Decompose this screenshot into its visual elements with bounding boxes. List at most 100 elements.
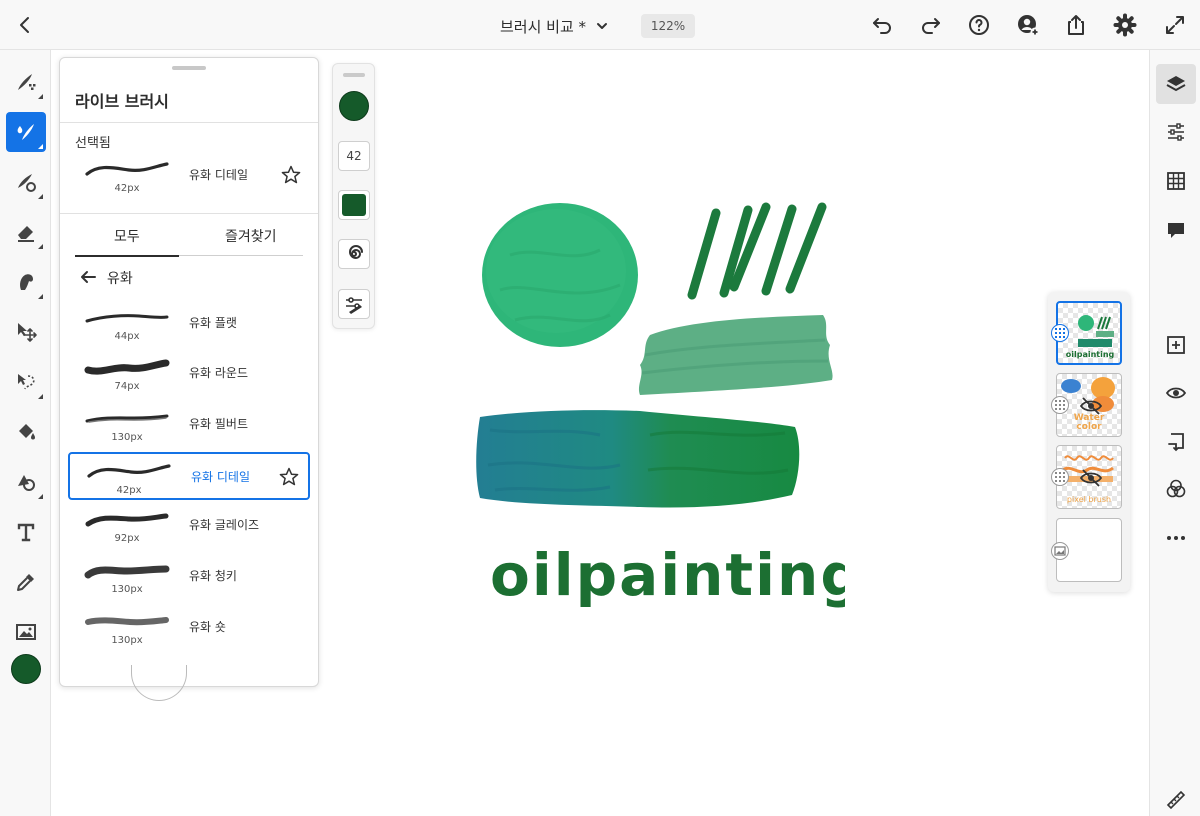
lasso-selection-tool[interactable] (6, 362, 46, 402)
eyedropper-tool[interactable] (6, 562, 46, 602)
layer-properties-sliders-icon[interactable] (1156, 112, 1196, 152)
brush-name-label: 유화 필버트 (189, 417, 249, 431)
image-layer-badge-icon (1051, 542, 1069, 560)
layer-thumb-text: oilpainting (1065, 350, 1115, 359)
brush-name-label: 유화 라운드 (189, 366, 249, 380)
hidden-eye-icon (1079, 397, 1103, 415)
live-brush-panel: 라이브 브러시 선택됨 42px 유화 디테일 모두 즐겨찾기 유화 44px … (59, 57, 319, 687)
tab-all[interactable]: 모두 (114, 226, 140, 246)
tab-favorites[interactable]: 즐겨찾기 (225, 226, 277, 246)
pixel-layer-badge-icon (1051, 468, 1069, 486)
brush-stroke-preview (87, 464, 171, 478)
image-import-tool[interactable] (6, 612, 46, 652)
canvas-artwork[interactable]: oilpainting (470, 195, 845, 620)
back-arrow-icon[interactable] (78, 267, 98, 287)
hidden-eye-icon (1079, 469, 1103, 487)
favorite-star-icon[interactable] (278, 466, 300, 488)
brush-cursor-outline (131, 665, 187, 701)
brush-stroke-preview (84, 565, 170, 579)
brush-size-label: 130px (111, 432, 143, 443)
selected-brush-row[interactable]: 42px 유화 디테일 (68, 152, 310, 200)
share-icon[interactable] (1064, 13, 1088, 37)
live-brush-tool[interactable] (6, 112, 46, 152)
brush-stroke-preview (85, 314, 169, 323)
category-label: 유화 (107, 271, 133, 287)
ruler-icon[interactable] (1156, 780, 1196, 816)
grid-icon[interactable] (1156, 161, 1196, 201)
diagonal-hatch-strokes (687, 202, 827, 300)
document-title-menu[interactable]: 브러시 비교 * (500, 12, 610, 40)
brush-stroke-preview (85, 513, 169, 527)
panel-title: 라이브 브러시 (75, 92, 169, 111)
blend-mode-icon[interactable] (1156, 469, 1196, 509)
brush-settings-sliders-icon[interactable] (338, 289, 370, 319)
brush-name-label: 유화 청키 (189, 569, 237, 583)
current-color-swatch[interactable] (11, 654, 41, 684)
brush-stroke-preview (85, 162, 169, 176)
brush-row-chunky[interactable]: 130px 유화 청키 (68, 553, 310, 601)
brush-size-label: 42px (114, 183, 140, 194)
fill-bucket-tool[interactable] (6, 412, 46, 452)
live-brush-layer-badge-icon (1051, 324, 1069, 342)
green-circle-stroke (482, 203, 638, 347)
brush-size-label: 44px (114, 331, 140, 342)
layers-panel: oilpainting Water color pixel brush (1048, 292, 1130, 592)
move-transform-tool[interactable] (6, 312, 46, 352)
active-tab-indicator (75, 255, 179, 257)
layers-stack-icon[interactable] (1156, 64, 1196, 104)
add-layer-icon[interactable] (1156, 325, 1196, 365)
selected-section-label: 선택됨 (75, 136, 111, 151)
redo-icon[interactable] (919, 13, 943, 37)
brush-row-short[interactable]: 130px 유화 숏 (68, 604, 310, 652)
brush-row-round[interactable]: 74px 유화 라운드 (68, 350, 310, 398)
sage-green-band (638, 315, 833, 395)
brush-size-label: 74px (114, 381, 140, 392)
brush-name-label: 유화 디테일 (191, 470, 251, 484)
brush-name-label: 유화 글레이즈 (189, 518, 260, 532)
brush-stroke-preview (84, 359, 170, 375)
undo-icon[interactable] (870, 13, 894, 37)
fullscreen-icon[interactable] (1163, 13, 1187, 37)
layer-thumb-text: pixel brush (1066, 495, 1112, 504)
teal-green-blend-band (476, 410, 800, 508)
smudge-tool[interactable] (6, 262, 46, 302)
pixel-layer-badge-icon (1051, 396, 1069, 414)
brush-size-label: 92px (114, 533, 140, 544)
zoom-level[interactable]: 122% (641, 14, 695, 38)
more-options-icon[interactable] (1156, 518, 1196, 558)
chevron-down-icon[interactable] (594, 18, 610, 34)
brush-row-flat[interactable]: 44px 유화 플랫 (68, 300, 310, 348)
flow-swirl-icon[interactable] (338, 239, 370, 269)
brush-name-label: 유화 플랫 (189, 316, 237, 330)
merge-down-icon[interactable] (1156, 421, 1196, 461)
left-toolbar (0, 50, 51, 816)
brush-size-label: 42px (116, 485, 142, 496)
visibility-eye-icon[interactable] (1156, 373, 1196, 413)
favorite-star-icon[interactable] (280, 164, 302, 186)
back-chevron-icon[interactable] (12, 12, 38, 38)
eraser-tool[interactable] (6, 212, 46, 252)
brush-row-detail[interactable]: 42px 유화 디테일 (68, 452, 310, 500)
canvas-handwritten-text: oilpainting (490, 541, 845, 609)
panel-grab-handle[interactable] (343, 73, 365, 77)
text-tool[interactable] (6, 512, 46, 552)
brush-row-glaze[interactable]: 92px 유화 글레이즈 (68, 502, 310, 550)
brush-size-label: 130px (111, 635, 143, 646)
brush-color-button[interactable] (338, 190, 370, 220)
panel-grab-handle[interactable] (172, 66, 206, 70)
pixel-brush-tool[interactable] (6, 62, 46, 102)
vector-brush-tool[interactable] (6, 162, 46, 202)
settings-gear-icon[interactable] (1113, 13, 1137, 37)
comment-icon[interactable] (1156, 210, 1196, 250)
invite-user-icon[interactable] (1016, 13, 1040, 37)
brush-row-filbert[interactable]: 130px 유화 필버트 (68, 401, 310, 449)
right-toolbar (1149, 50, 1200, 816)
brush-stroke-preview (85, 617, 169, 626)
document-title[interactable]: 브러시 비교 * (500, 16, 586, 37)
brush-size-field[interactable]: 42 (338, 141, 370, 171)
color-picker-swatch[interactable] (339, 91, 369, 121)
help-icon[interactable] (967, 13, 991, 37)
brush-size-label: 130px (111, 584, 143, 595)
shape-tool[interactable] (6, 462, 46, 502)
top-bar: 브러시 비교 * 122% (0, 0, 1200, 50)
